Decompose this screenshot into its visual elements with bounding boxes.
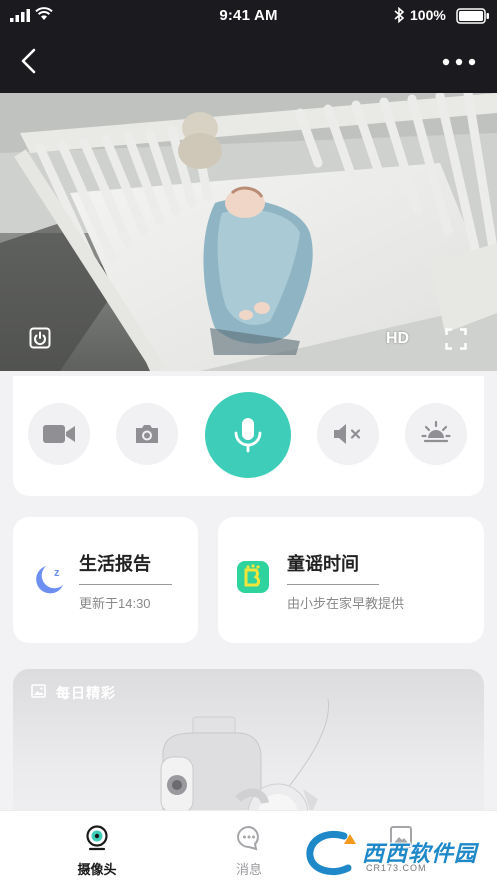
nursery-rhymes-title: 童谣时间: [287, 554, 359, 574]
divider: [79, 584, 172, 585]
record-button[interactable]: [28, 403, 90, 465]
tab-messages-label: 消息: [235, 862, 262, 877]
live-video[interactable]: HD: [0, 93, 497, 371]
tab-camera-label: 摄像头: [77, 862, 117, 877]
controls-panel: [13, 376, 484, 496]
watermark-logo-icon: [306, 831, 356, 875]
hd-quality-button[interactable]: HD: [386, 330, 409, 348]
life-report-card[interactable]: z 生活报告 更新于14:30: [13, 517, 198, 643]
daily-highlights-title: 每日精彩: [56, 685, 116, 701]
tab-camera[interactable]: 摄像头: [37, 811, 157, 883]
message-icon: [237, 825, 259, 851]
snapshot-button[interactable]: [116, 403, 178, 465]
microphone-icon: [234, 418, 262, 453]
tab-messages[interactable]: 消息: [189, 811, 309, 883]
battery-percent: 100%: [410, 7, 446, 23]
life-report-title: 生活报告: [79, 554, 151, 574]
speaker-mute-icon: [334, 424, 361, 444]
nursery-rhymes-card[interactable]: 童谣时间 由小步在家早教提供: [218, 517, 484, 643]
video-record-icon: [43, 425, 75, 443]
sleep-moon-icon: z: [36, 566, 63, 594]
night-light-button[interactable]: [405, 403, 467, 465]
brightness-icon: [421, 420, 451, 443]
bluetooth-icon: [394, 7, 405, 23]
nav-bar: [0, 38, 497, 86]
svg-text:z: z: [54, 567, 60, 579]
nursery-app-icon: [237, 561, 269, 593]
life-report-subtitle: 更新于14:30: [79, 596, 151, 611]
power-icon[interactable]: [29, 327, 51, 349]
baby-crib-image: [0, 93, 497, 371]
battery-icon: [456, 8, 489, 24]
back-icon[interactable]: [18, 48, 42, 74]
watermark: 西西软件园 CR173.COM: [300, 826, 490, 878]
camera-tab-icon: [86, 825, 108, 851]
more-icon[interactable]: [441, 58, 477, 66]
image-icon: [31, 684, 46, 698]
fullscreen-icon[interactable]: [445, 328, 467, 350]
watermark-url: CR173.COM: [366, 863, 427, 873]
status-bar: 9:41 AM 100%: [0, 0, 497, 32]
camera-snapshot-icon: [136, 425, 158, 443]
talk-button[interactable]: [205, 392, 291, 478]
mute-button[interactable]: [317, 403, 379, 465]
nursery-rhymes-subtitle: 由小步在家早教提供: [287, 596, 405, 611]
divider: [287, 584, 379, 585]
top-bar: 9:41 AM 100%: [0, 0, 497, 93]
